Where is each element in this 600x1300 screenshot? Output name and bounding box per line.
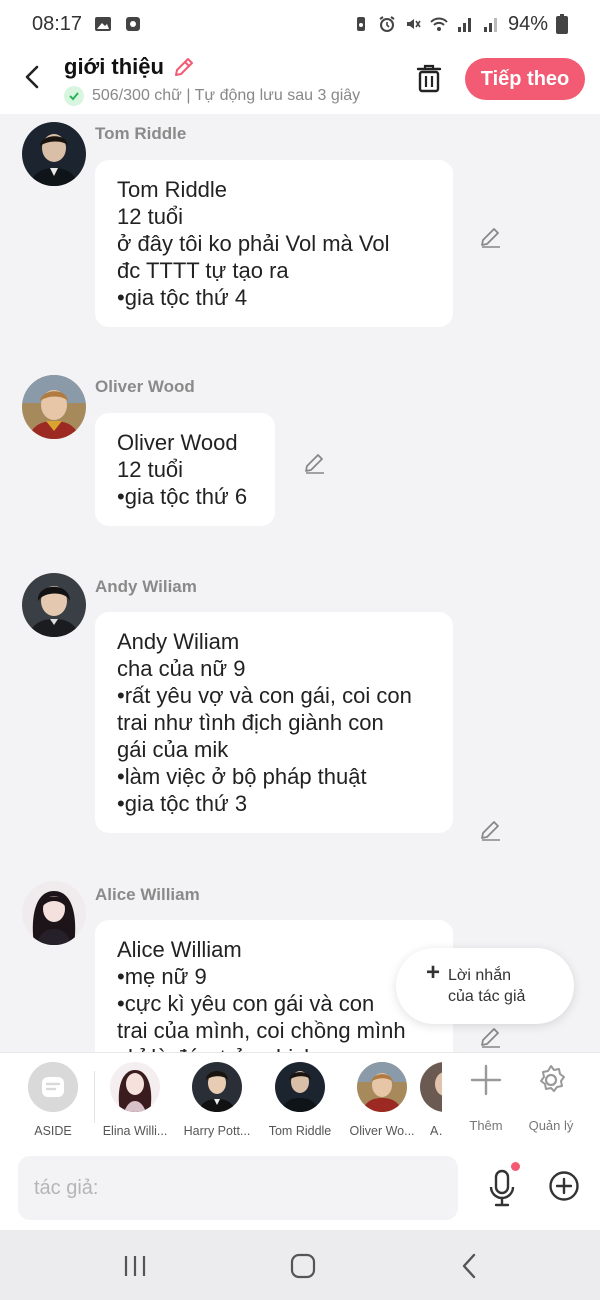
edit-icon[interactable]: [478, 1024, 504, 1050]
page-title-text: giới thiệu: [64, 54, 164, 79]
app-icon: [126, 17, 141, 31]
character-item[interactable]: Harry Pott...: [176, 1062, 258, 1138]
trash-icon[interactable]: [414, 62, 444, 94]
edit-icon[interactable]: [478, 817, 504, 843]
sender-name: Tom Riddle: [95, 124, 187, 143]
wifi-icon: [430, 17, 448, 31]
avatar[interactable]: [22, 375, 86, 439]
word-count-text: 506/300 chữ | Tự động lưu sau 3 giây: [92, 87, 361, 104]
character-strip: ASIDE Elina Willi... Harry Pott... Tom R…: [0, 1052, 600, 1146]
plus-icon: [470, 1064, 502, 1096]
next-button[interactable]: Tiếp theo: [465, 58, 585, 100]
home-icon[interactable]: [289, 1252, 317, 1280]
add-circle-icon[interactable]: [548, 1170, 580, 1202]
gear-icon: [540, 1065, 565, 1092]
avatar[interactable]: [22, 573, 86, 637]
message-bubble[interactable]: Oliver Wood 12 tuổi •gia tộc thứ 6: [95, 413, 275, 526]
battery-percent: 94%: [507, 12, 548, 35]
status-bar: 08:17 94%: [0, 0, 600, 48]
chat-bubble-icon: [28, 1062, 78, 1112]
character-aside[interactable]: ASIDE: [12, 1062, 94, 1138]
chat-area[interactable]: Tom Riddle Tom Riddle 12 tuổi ở đây tôi …: [0, 114, 600, 1052]
input-bar: [0, 1146, 600, 1230]
status-time: 08:17: [32, 12, 83, 35]
avatar[interactable]: [22, 881, 86, 945]
sender-name: Andy Wiliam: [95, 577, 197, 596]
avatar: [192, 1062, 242, 1112]
avatar: [420, 1062, 442, 1112]
character-item[interactable]: Ar: [420, 1062, 442, 1138]
signal-icon: [457, 18, 471, 32]
character-name: Ar: [430, 1124, 442, 1138]
character-name: ASIDE: [34, 1124, 72, 1138]
plus-icon: +: [426, 959, 441, 986]
message-bubble[interactable]: Tom Riddle 12 tuổi ở đây tôi ko phải Vol…: [95, 160, 453, 327]
manage-button[interactable]: Quản lý: [523, 1063, 579, 1133]
add-label: Thêm: [469, 1118, 503, 1133]
pencil-icon[interactable]: [172, 55, 196, 79]
battery-saver-icon: [356, 17, 365, 31]
notification-dot: [511, 1162, 520, 1171]
title-area: giới thiệu 506/300 chữ | Tự động lưu sau…: [64, 54, 360, 106]
author-note-button[interactable]: + Lời nhắn của tác giả: [396, 948, 574, 1024]
avatar: [357, 1062, 407, 1112]
message-bubble[interactable]: Andy Wiliam cha của nữ 9 •rất yêu vợ và …: [95, 612, 453, 833]
edit-icon[interactable]: [302, 450, 328, 476]
character-name: Elina Willi...: [102, 1124, 168, 1138]
message-input[interactable]: [18, 1156, 458, 1220]
author-note-label: Lời nhắn của tác giả: [448, 967, 526, 1005]
add-character-button[interactable]: Thêm: [458, 1063, 514, 1133]
character-item[interactable]: Tom Riddle: [259, 1062, 341, 1138]
back-arrow-icon[interactable]: [18, 62, 48, 92]
header: giới thiệu 506/300 chữ | Tự động lưu sau…: [0, 48, 600, 114]
character-name: Oliver Wo...: [349, 1124, 415, 1138]
back-icon[interactable]: [456, 1252, 484, 1280]
microphone-icon[interactable]: [486, 1168, 518, 1208]
sender-name: Alice William: [95, 885, 200, 904]
image-icon: [95, 17, 112, 31]
edit-icon[interactable]: [478, 224, 504, 250]
avatar[interactable]: [22, 122, 86, 186]
character-item[interactable]: Elina Willi...: [94, 1062, 176, 1138]
manage-label: Quản lý: [528, 1118, 574, 1133]
avatar: [110, 1062, 160, 1112]
recent-apps-icon[interactable]: [121, 1252, 149, 1280]
avatar: [275, 1062, 325, 1112]
aside-avatar: [28, 1062, 78, 1112]
page-title[interactable]: giới thiệu: [64, 54, 360, 80]
word-count-status: 506/300 chữ | Tự động lưu sau 3 giây: [64, 86, 360, 106]
mute-icon: [406, 19, 421, 29]
system-nav-bar: [0, 1230, 600, 1300]
battery-icon: [556, 14, 568, 34]
character-item[interactable]: Oliver Wo...: [341, 1062, 423, 1138]
character-name: Tom Riddle: [268, 1124, 332, 1138]
character-name: Harry Pott...: [183, 1124, 251, 1138]
sender-name: Oliver Wood: [95, 377, 195, 396]
check-icon: [64, 86, 84, 106]
signal-icon: [483, 18, 497, 32]
alarm-icon: [379, 16, 395, 32]
